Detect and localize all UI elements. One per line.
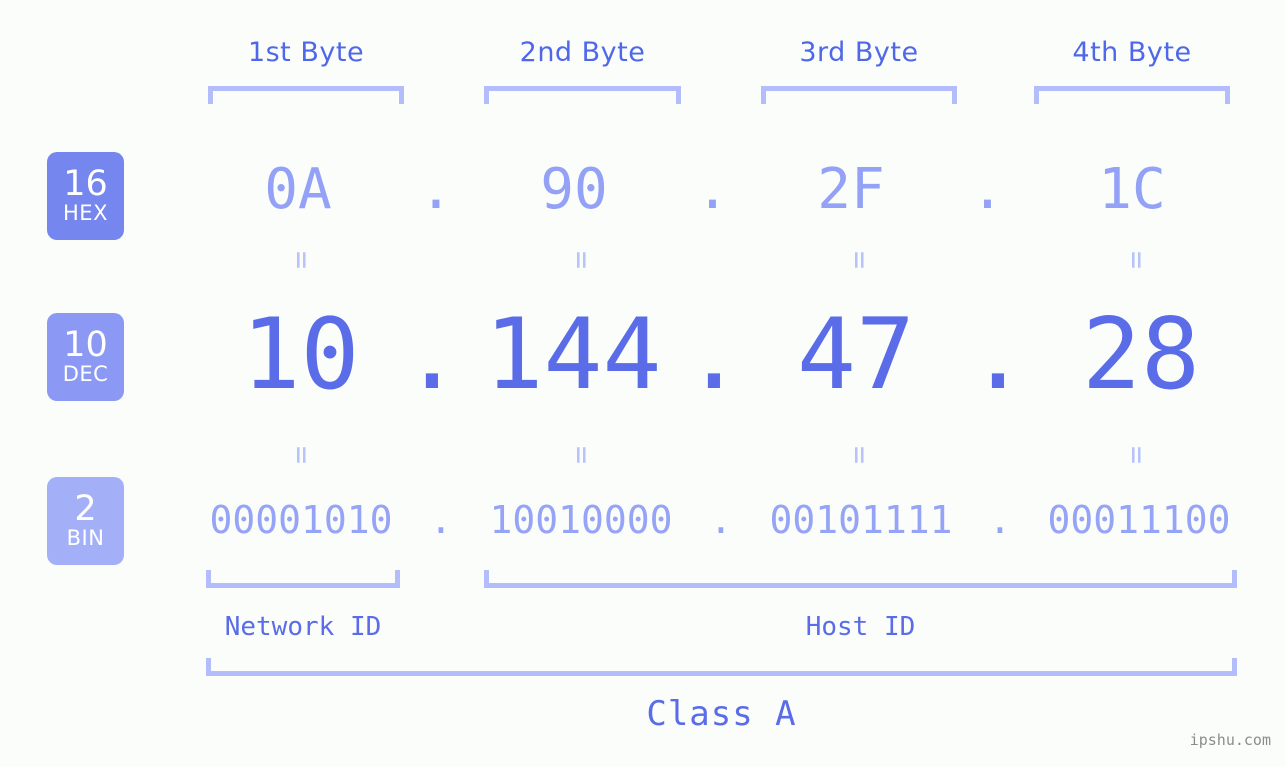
hex-separator-1: . (419, 157, 453, 222)
byte-header-4: 4th Byte (1072, 37, 1192, 68)
hex-octet-2: 90 (540, 157, 608, 222)
byte-bracket-1 (208, 86, 404, 104)
class-bracket (206, 658, 1237, 676)
equals-mark-dec-bin-2: = (564, 445, 599, 465)
host-id-bracket (484, 570, 1237, 588)
equals-mark-hex-dec-2: = (564, 250, 599, 270)
radix-badge-dec: 10 DEC (47, 313, 124, 401)
hex-separator-2: . (695, 157, 730, 222)
dec-octet-4: 28 (1081, 298, 1200, 412)
byte-header-1: 1st Byte (247, 37, 365, 68)
bin-octet-4: 00011100 (1047, 498, 1231, 542)
hex-octet-4: 1C (1098, 157, 1166, 222)
radix-badge-hex-unit: HEX (63, 201, 108, 225)
hex-octet-3: 2F (817, 157, 885, 222)
ip-address-breakdown-diagram: 1st Byte 2nd Byte 3rd Byte 4th Byte 16 H… (0, 0, 1285, 767)
bin-separator-1: . (429, 498, 453, 542)
bin-octet-3: 00101111 (769, 498, 953, 542)
radix-badge-dec-unit: DEC (62, 362, 109, 386)
bin-octet-2: 10010000 (489, 498, 673, 542)
dec-separator-3: . (968, 298, 1028, 412)
equals-mark-hex-dec-3: = (842, 250, 877, 270)
equals-mark-dec-bin-1: = (284, 445, 319, 465)
radix-badge-dec-number: 10 (63, 325, 108, 365)
byte-bracket-4 (1034, 86, 1230, 104)
dec-octet-2: 144 (484, 298, 662, 412)
radix-badge-hex-number: 16 (63, 164, 108, 204)
dec-octet-3: 47 (796, 298, 915, 412)
bin-octet-1: 00001010 (209, 498, 393, 542)
hex-separator-3: . (970, 157, 1005, 222)
equals-mark-dec-bin-3: = (842, 445, 877, 465)
byte-bracket-3 (761, 86, 957, 104)
equals-mark-hex-dec-4: = (1119, 250, 1154, 270)
hex-octet-1: 0A (264, 157, 332, 222)
radix-badge-bin-unit: BIN (66, 526, 105, 550)
dec-octet-1: 10 (241, 298, 360, 412)
dec-separator-2: . (684, 298, 744, 412)
byte-bracket-2 (484, 86, 681, 104)
radix-badge-hex: 16 HEX (47, 152, 124, 240)
class-label: Class A (646, 694, 797, 734)
network-id-bracket (206, 570, 400, 588)
bin-separator-3: . (988, 498, 1012, 542)
equals-mark-hex-dec-1: = (284, 250, 319, 270)
byte-header-3: 3rd Byte (799, 37, 919, 68)
equals-mark-dec-bin-4: = (1119, 445, 1154, 465)
host-id-label: Host ID (805, 612, 916, 642)
radix-badge-bin: 2 BIN (47, 477, 124, 565)
watermark: ipshu.com (1189, 731, 1271, 749)
dec-separator-1: . (402, 298, 462, 412)
byte-header-2: 2nd Byte (519, 37, 646, 68)
network-id-label: Network ID (224, 612, 382, 642)
radix-badge-bin-number: 2 (74, 489, 97, 529)
bin-separator-2: . (709, 498, 733, 542)
